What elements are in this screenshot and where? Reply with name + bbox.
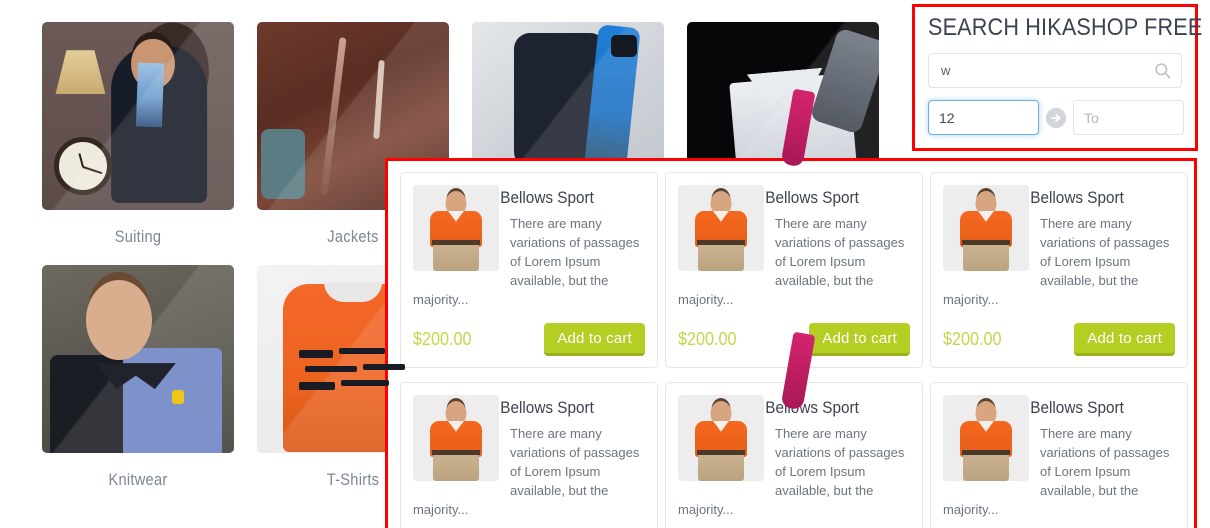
category-item-knitwear[interactable]: Knitwear	[42, 265, 234, 490]
product-footer: $200.00 Add to cart	[413, 323, 645, 356]
product-card[interactable]: Bellows Sport There are many variations …	[930, 172, 1188, 368]
price-from-input[interactable]	[928, 100, 1039, 135]
brand-logo-decor	[172, 390, 185, 405]
print-decor	[299, 347, 419, 394]
arrow-right-circle-icon	[1045, 107, 1067, 128]
add-to-cart-button[interactable]: Add to cart	[1074, 323, 1175, 356]
price-to-input[interactable]	[1073, 100, 1184, 135]
product-price: $200.00	[413, 329, 472, 349]
product-card[interactable]: Bellows Sport There are many variations …	[930, 382, 1188, 528]
product-footer: $200.00 Add to cart	[943, 323, 1175, 356]
model-head-decor	[85, 280, 152, 361]
add-to-cart-button[interactable]: Add to cart	[544, 323, 645, 356]
clock-decor	[53, 136, 112, 195]
search-keyword-input[interactable]	[928, 53, 1182, 88]
add-to-cart-button[interactable]: Add to cart	[809, 323, 910, 356]
knitwear-image	[42, 265, 234, 453]
product-name[interactable]: Bellows Sport	[678, 188, 887, 208]
arm-decor	[809, 27, 879, 135]
product-card[interactable]: Bellows Sport There are many variations …	[400, 382, 658, 528]
product-price: $200.00	[678, 329, 737, 349]
collar-decor	[95, 363, 176, 390]
product-name[interactable]: Bellows Sport	[413, 188, 622, 208]
pocket-decor	[260, 128, 305, 199]
suiting-image	[42, 22, 234, 210]
product-name[interactable]: Bellows Sport	[413, 398, 622, 418]
category-thumbnail-knitwear[interactable]	[42, 265, 234, 453]
category-item-suiting[interactable]: Suiting	[42, 22, 234, 247]
lamp-decor	[55, 50, 106, 95]
product-name[interactable]: Bellows Sport	[943, 188, 1152, 208]
search-module-title: SEARCH HIKASHOP FREE	[928, 14, 1203, 41]
product-price: $200.00	[943, 329, 1002, 349]
watch-decor	[611, 35, 638, 58]
keyword-field-wrapper	[928, 53, 1182, 88]
model-head-decor	[131, 38, 176, 89]
neckline-decor	[324, 281, 382, 302]
category-label: Knitwear	[108, 470, 168, 489]
category-thumbnail-suiting[interactable]	[42, 22, 234, 210]
search-module: SEARCH HIKASHOP FREE	[912, 4, 1203, 151]
category-label: Suiting	[114, 227, 162, 246]
price-range-row	[928, 100, 1184, 135]
product-card[interactable]: Bellows Sport There are many variations …	[400, 172, 658, 368]
product-name[interactable]: Bellows Sport	[943, 398, 1152, 418]
